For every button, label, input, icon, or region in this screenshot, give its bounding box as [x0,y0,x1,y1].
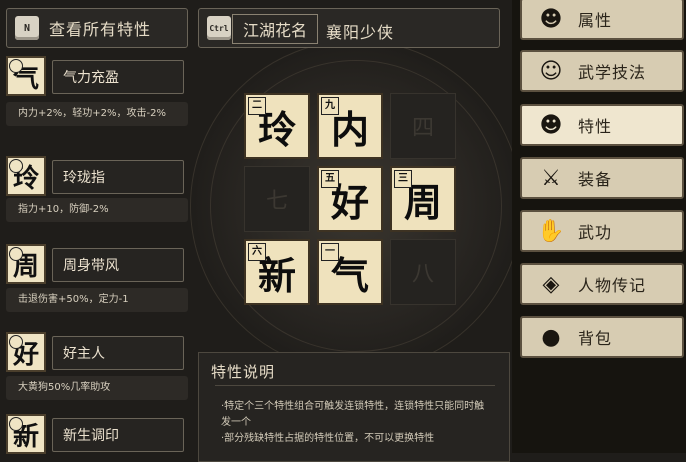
key-n-hint: N [15,16,39,40]
description-line-2: ·部分残缺特性占据的特性位置，不可以更换特性 [221,433,435,444]
menu-item-1[interactable]: ☺ 武学技法 [520,50,684,92]
menu-item-4[interactable]: ✋ 武功 [520,210,684,252]
view-all-traits-button[interactable]: N 查看所有特性 [6,8,188,48]
bag-icon: ● [541,324,561,350]
menu-item-label: 武功 [578,223,613,242]
view-all-traits-label: 查看所有特性 [49,20,152,39]
menu-item-3[interactable]: ⚔ 装备 [520,157,684,199]
menu-item-label: 人物传记 [578,276,647,295]
menu-item-6[interactable]: ● 背包 [520,316,684,358]
trait-name[interactable]: 气力充盈 [52,60,184,94]
trait-rank-badge [9,159,23,173]
trait-name[interactable]: 好主人 [52,336,184,370]
grid-cell-filled[interactable]: 一气 [317,239,383,305]
trait-icon: ☻ [539,112,563,138]
trait-tile[interactable]: 新 [6,414,46,454]
grid-cell-empty[interactable]: 七 [244,166,310,232]
menu-item-label: 装备 [578,170,613,189]
martial-skill-icon: ☺ [539,58,563,84]
trait-tile[interactable]: 好 [6,332,46,372]
key-ctrl-hint: Ctrl [207,16,231,40]
grid-cell-char: 四 [411,116,434,141]
trait-tile[interactable]: 玲 [6,156,46,196]
menu-item-label: 属性 [578,11,613,30]
nickname-value[interactable]: 襄阳少侠 [326,19,394,43]
grid-cell-number: 九 [321,97,339,115]
kungfu-book-icon: ✋ [537,218,565,244]
trait-description: 击退伤害+50%，定力-1 [6,288,188,312]
grid-cell-number: 六 [248,243,266,261]
description-text: ·特定个三个特性组合可触发连锁特性，连锁特性只能同时触发一个 ·部分残缺特性占据… [221,399,491,447]
trait-tile[interactable]: 周 [6,244,46,284]
grid-cell-number: 五 [321,170,339,188]
menu-item-label: 武学技法 [578,63,647,82]
trait-rank-badge [9,59,23,73]
grid-cell-number: 二 [248,97,266,115]
grid-cell-filled[interactable]: 五好 [317,166,383,232]
grid-cell-char: 七 [265,189,288,214]
description-divider [215,385,495,386]
grid-cell-empty[interactable]: 四 [390,93,456,159]
trait-description: 指力+10，防御-2% [6,198,188,222]
grid-cell-filled[interactable]: 六新 [244,239,310,305]
trait-description-panel: 特性说明 ·特定个三个特性组合可触发连锁特性，连锁特性只能同时触发一个 ·部分残… [198,352,510,462]
sword-icon: ⚔ [541,165,561,191]
grid-cell-filled[interactable]: 二玲 [244,93,310,159]
trait-rank-badge [9,417,23,431]
menu-item-5[interactable]: ◈ 人物传记 [520,263,684,305]
grid-cell-number: 一 [321,243,339,261]
trait-rank-badge [9,247,23,261]
trait-description: 内力+2%，轻功+2%，攻击-2% [6,102,188,126]
menu-item-label: 背包 [578,329,613,348]
person-icon: ☻ [539,6,563,32]
biography-icon: ◈ [542,271,560,297]
description-line-1: ·特定个三个特性组合可触发连锁特性，连锁特性只能同时触发一个 [221,401,485,428]
nickname-title: 江湖花名 [232,14,318,44]
grid-cell-filled[interactable]: 九内 [317,93,383,159]
menu-item-2[interactable]: ☻ 特性 [520,104,684,146]
grid-cell-number: 三 [394,170,412,188]
description-title: 特性说明 [211,363,276,381]
grid-cell-filled[interactable]: 三周 [390,166,456,232]
trait-name[interactable]: 周身带风 [52,248,184,282]
menu-item-label: 特性 [578,117,613,136]
trait-tile[interactable]: 气 [6,56,46,96]
trait-description: 大黄狗50%几率助攻 [6,376,188,400]
menu-item-0[interactable]: ☻ 属性 [520,0,684,40]
trait-rank-badge [9,335,23,349]
trait-name[interactable]: 新生调印 [52,418,184,452]
grid-cell-empty[interactable]: 八 [390,239,456,305]
trait-name[interactable]: 玲珑指 [52,160,184,194]
grid-cell-char: 八 [411,262,434,287]
